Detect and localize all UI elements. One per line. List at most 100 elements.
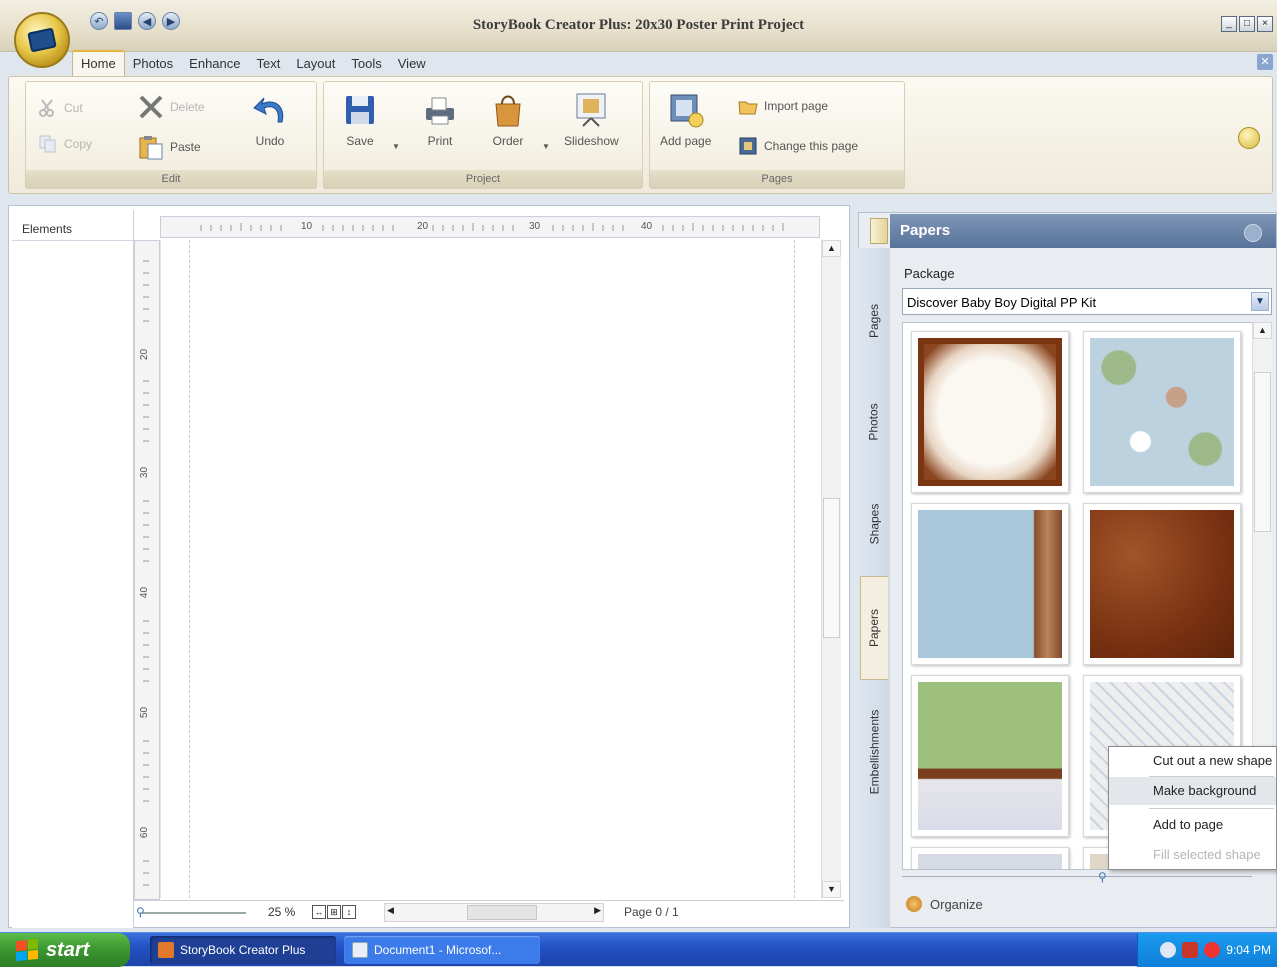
cut-button[interactable]: Cut [38,98,83,118]
undo-arrow-icon [253,97,284,123]
menu-item-cut-out-shape[interactable]: Cut out a new shape [1109,747,1276,775]
shopping-bag-icon [495,95,521,127]
package-select[interactable]: Discover Baby Boy Digital PP Kit ▼ [902,288,1272,315]
paper-thumbnail[interactable] [1083,503,1241,665]
menu-item-make-background[interactable]: Make background [1109,777,1276,805]
tab-enhance[interactable]: Enhance [181,52,248,76]
import-page-button[interactable]: Import page [738,96,828,116]
menu-item-fill-selected-shape[interactable]: Fill selected shape [1109,841,1276,869]
poster-page[interactable] [189,240,795,898]
panel-help-icon[interactable] [1244,224,1262,242]
paper-thumbnail-image [918,682,1062,830]
task-document[interactable]: Document1 - Microsof... [344,936,540,964]
undo-label: Undo [255,134,285,148]
organize-button[interactable]: Organize [906,896,983,912]
print-button[interactable]: Print [422,92,458,148]
vertical-ruler-ticks [143,260,149,886]
horizontal-ruler: 10 20 30 40 [160,216,820,238]
horizontal-ruler-ticks [200,223,784,231]
canvas-vertical-scroll-thumb[interactable] [823,498,840,638]
package-label: Package [904,266,955,281]
add-page-button[interactable]: Add page [660,92,711,148]
canvas-horizontal-scrollbar[interactable]: ◀ ▶ [384,903,604,922]
scroll-left-icon[interactable]: ◀ [387,905,394,916]
scroll-right-icon[interactable]: ▶ [594,905,601,916]
scroll-down-icon[interactable]: ▼ [822,881,841,898]
paste-button[interactable]: Paste [138,134,201,160]
add-page-icon [670,94,704,128]
menu-item-add-to-page[interactable]: Add to page [1109,811,1276,839]
window-controls: _ □ × [1221,16,1273,32]
tab-layout[interactable]: Layout [288,52,343,76]
order-dropdown-icon[interactable]: ▼ [542,142,550,151]
order-button[interactable]: Order [490,92,526,148]
fit-height-icon[interactable]: ↕ [342,905,356,919]
tray-expand-icon[interactable] [1160,942,1177,958]
side-tab-papers[interactable]: Papers [860,576,888,680]
canvas-vertical-scrollbar[interactable]: ▲ ▼ [821,240,841,898]
tab-tools[interactable]: Tools [343,52,389,76]
tab-view[interactable]: View [390,52,434,76]
add-page-label: Add page [660,134,712,148]
floppy-disk-icon [346,96,374,124]
thumbnails-scroll-up-icon[interactable]: ▲ [1253,322,1272,339]
undo-button[interactable]: Undo [252,92,288,148]
save-dropdown-icon[interactable]: ▼ [392,142,400,151]
side-tab-pages[interactable]: Pages [860,276,888,366]
tab-home[interactable]: Home [72,50,125,76]
scroll-up-icon[interactable]: ▲ [822,240,841,257]
pages-group-label: Pages [650,170,904,188]
page-indicator: Page 0 / 1 [624,905,679,919]
edit-group: Cut Copy Delete Paste Undo Edit [25,81,317,189]
paper-thumbnail-image [918,338,1062,486]
side-tab-pages-label: Pages [867,303,881,339]
vruler-label: 40 [139,586,151,599]
change-page-button[interactable]: Change this page [738,136,858,156]
zoom-slider[interactable] [142,912,246,914]
close-button[interactable]: × [1257,16,1273,32]
help-icon[interactable] [1238,127,1260,149]
ribbon-close-icon[interactable]: ✕ [1257,54,1273,70]
tab-text[interactable]: Text [249,52,289,76]
start-button[interactable]: start [0,933,130,967]
paper-thumbnail[interactable] [911,331,1069,493]
delete-label: Delete [170,100,205,114]
scissors-icon [39,99,54,117]
paper-thumbnail[interactable] [1083,331,1241,493]
paper-thumbnail[interactable] [911,675,1069,837]
canvas-horizontal-scroll-thumb[interactable] [467,905,537,920]
window-title: StoryBook Creator Plus: 20x30 Poster Pri… [472,17,805,33]
change-page-icon [739,137,757,155]
clock: 9:04 PM [1226,943,1271,957]
delete-button[interactable]: Delete [138,94,205,120]
slider-track [902,876,1252,877]
paper-thumbnail-image [918,510,1062,658]
side-tab-shapes[interactable]: Shapes [860,474,888,574]
tray-app-icon[interactable] [1182,942,1199,958]
tab-photos[interactable]: Photos [125,52,181,76]
side-tabs: Pages Photos Shapes Papers Embellishment… [858,248,890,928]
slideshow-button[interactable]: Slideshow [564,92,619,148]
minimize-button[interactable]: _ [1221,16,1237,32]
fit-page-icon[interactable]: ⊞ [327,905,341,919]
thumbnails-scroll-thumb[interactable] [1254,372,1271,532]
task-storybook[interactable]: StoryBook Creator Plus [150,936,336,964]
fit-width-icon[interactable]: ↔ [312,905,326,919]
ribbon: Cut Copy Delete Paste Undo Edit Save ▼ P… [8,76,1273,194]
tray-security-icon[interactable] [1204,942,1221,958]
side-tab-photos[interactable]: Photos [860,372,888,472]
zoom-value: 25 % [268,905,296,919]
thumbnail-size-slider[interactable]: ⚲ [902,870,1252,888]
app-menu-orb[interactable] [14,12,70,68]
chevron-down-icon[interactable]: ▼ [1251,292,1269,311]
slider-knob-icon[interactable]: ⚲ [1098,870,1107,884]
paper-thumbnail[interactable] [911,847,1069,869]
save-button[interactable]: Save [342,92,378,148]
design-canvas[interactable] [160,240,820,898]
maximize-button[interactable]: □ [1239,16,1255,32]
paper-thumbnail[interactable] [911,503,1069,665]
copy-button[interactable]: Copy [38,134,92,154]
zoom-slider-knob-icon[interactable]: ⚲ [136,905,146,919]
side-tab-embellishments[interactable]: Embellishments [860,682,888,822]
system-tray: 9:04 PM [1137,933,1277,967]
